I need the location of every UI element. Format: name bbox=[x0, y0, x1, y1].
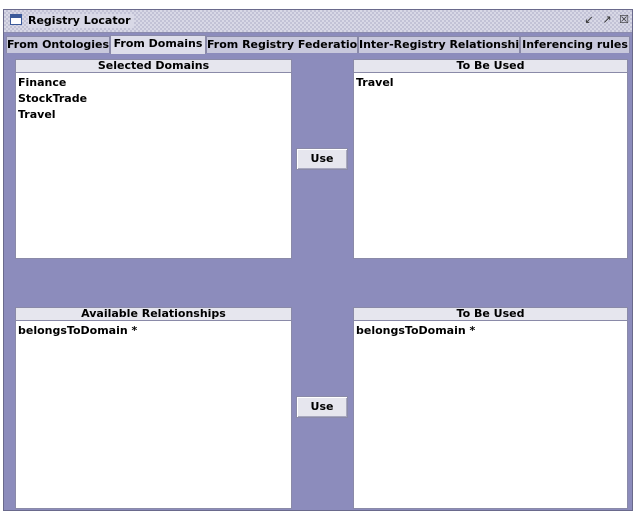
available-relationships-list[interactable]: belongsToDomain * bbox=[15, 321, 292, 509]
list-item-travel[interactable]: Travel bbox=[18, 107, 291, 123]
list-item-stocktrade[interactable]: StockTrade bbox=[18, 91, 291, 107]
list-item-finance[interactable]: Finance bbox=[18, 75, 291, 91]
selected-domains-header: Selected Domains bbox=[15, 59, 292, 73]
list-item-belongs-to-domain[interactable]: belongsToDomain * bbox=[18, 323, 291, 339]
tab-bar: From Ontologies From Domains From Regist… bbox=[6, 35, 630, 54]
window-icon bbox=[10, 14, 22, 25]
close-icon[interactable]: ☒ bbox=[617, 13, 631, 27]
available-relationships-header: Available Relationships bbox=[15, 307, 292, 321]
to-be-used-domains-list[interactable]: Travel bbox=[353, 73, 628, 259]
tab-inter-registry-relationships[interactable]: Inter-Registry Relationships bbox=[358, 36, 520, 53]
list-item-belongs-to-domain[interactable]: belongsToDomain * bbox=[356, 323, 627, 339]
restore-icon[interactable]: ↙ bbox=[582, 13, 596, 27]
title-bar[interactable]: Registry Locator ↙ ↗ ☒ bbox=[4, 10, 632, 33]
tab-from-registry-federation[interactable]: From Registry Federation bbox=[206, 36, 358, 53]
maximize-icon[interactable]: ↗ bbox=[600, 13, 614, 27]
use-domains-button[interactable]: Use bbox=[296, 148, 348, 170]
list-item-travel[interactable]: Travel bbox=[356, 75, 627, 91]
tab-from-domains[interactable]: From Domains bbox=[110, 35, 206, 54]
selected-domains-list[interactable]: Finance StockTrade Travel bbox=[15, 73, 292, 259]
window-title: Registry Locator bbox=[28, 14, 134, 28]
use-relationships-button[interactable]: Use bbox=[296, 396, 348, 418]
registry-locator-window: Registry Locator ↙ ↗ ☒ From Ontologies F… bbox=[3, 9, 633, 511]
to-be-used-relationships-list[interactable]: belongsToDomain * bbox=[353, 321, 628, 509]
tab-inferencing-rules[interactable]: Inferencing rules bbox=[520, 36, 630, 53]
to-be-used-domains-header: To Be Used bbox=[353, 59, 628, 73]
tab-from-ontologies[interactable]: From Ontologies bbox=[6, 36, 110, 53]
to-be-used-relationships-header: To Be Used bbox=[353, 307, 628, 321]
